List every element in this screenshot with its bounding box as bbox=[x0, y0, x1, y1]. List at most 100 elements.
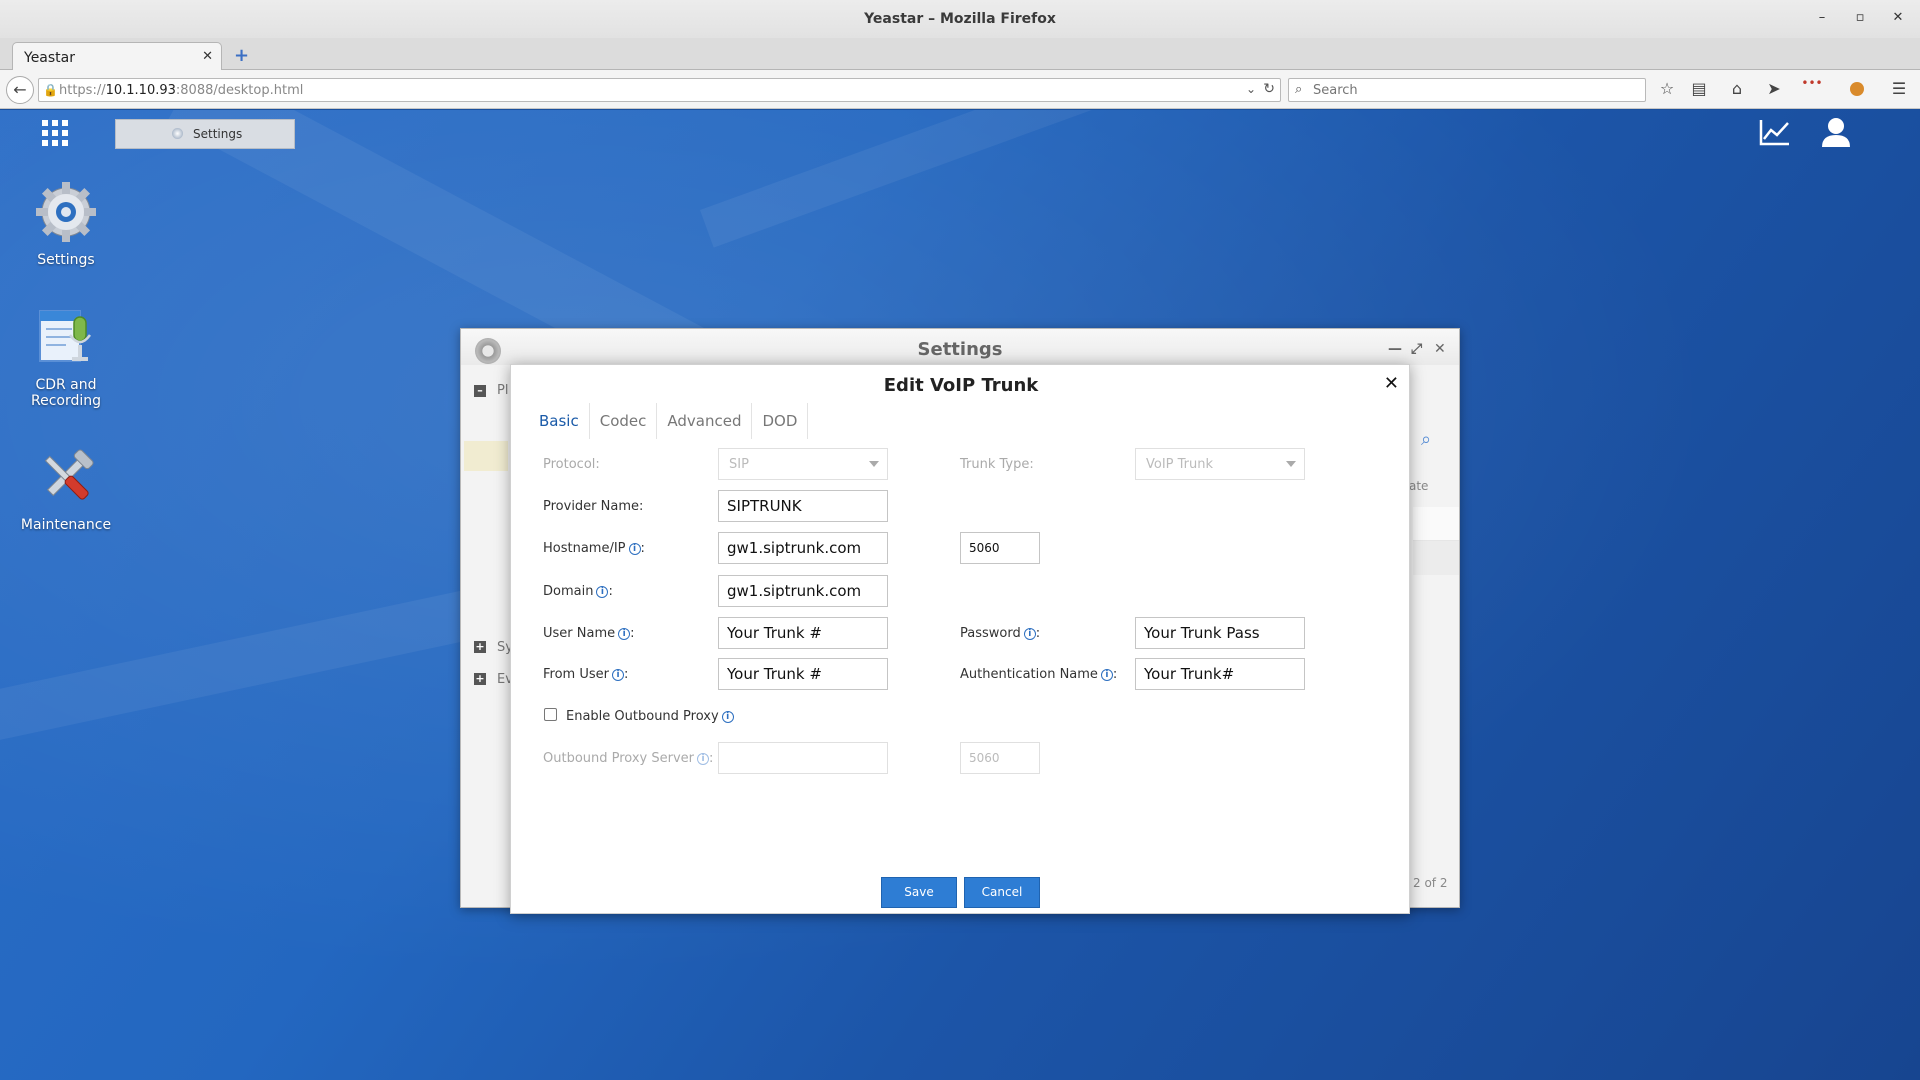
expand-window-icon[interactable]: ⤢ bbox=[1411, 341, 1422, 357]
collapse-icon[interactable]: – bbox=[474, 385, 486, 397]
info-icon[interactable]: i bbox=[1100, 669, 1113, 681]
from-user-label: From User i: bbox=[543, 667, 629, 682]
proxy-server-input bbox=[718, 742, 888, 774]
password-label: Password i: bbox=[960, 626, 1041, 641]
back-icon[interactable]: ← bbox=[6, 76, 34, 104]
protocol-label: Protocol: bbox=[543, 457, 600, 472]
navigation-bar: ← 🔒 https://10.1.10.93:8088/desktop.html… bbox=[0, 70, 1920, 109]
new-tab-icon[interactable]: + bbox=[234, 45, 249, 66]
reload-icon[interactable]: ↻ bbox=[1263, 81, 1275, 97]
info-icon[interactable]: i bbox=[618, 628, 631, 640]
home-icon[interactable]: ⌂ bbox=[1725, 79, 1749, 101]
hostname-label: Hostname/IP i: bbox=[543, 541, 645, 556]
hostname-input[interactable] bbox=[718, 532, 888, 564]
sidebar-selected-row[interactable] bbox=[464, 441, 508, 471]
settings-window-title: Settings bbox=[917, 339, 1003, 360]
window-title: Yeastar – Mozilla Firefox bbox=[864, 11, 1056, 27]
list-search-icon[interactable]: ⌕ bbox=[1421, 429, 1431, 450]
info-icon[interactable]: i bbox=[628, 543, 641, 555]
protocol-select: SIP bbox=[718, 448, 888, 480]
tab-dod[interactable]: DOD bbox=[752, 403, 809, 439]
hostname-port-input[interactable] bbox=[960, 532, 1040, 564]
trunk-type-select: VoIP Trunk bbox=[1135, 448, 1305, 480]
domain-label: Domain i: bbox=[543, 584, 613, 599]
provider-name-input[interactable] bbox=[718, 490, 888, 522]
cancel-button[interactable]: Cancel bbox=[964, 877, 1040, 908]
tab-strip: Yeastar ✕ + bbox=[0, 38, 1920, 71]
window-titlebar: Yeastar – Mozilla Firefox – ▫ ✕ bbox=[0, 0, 1920, 38]
auth-name-input[interactable] bbox=[1135, 658, 1305, 690]
search-icon: ⌕ bbox=[1295, 82, 1303, 97]
search-bar[interactable]: ⌕ bbox=[1288, 78, 1646, 102]
desktop-icon-settings[interactable]: Settings bbox=[11, 180, 121, 268]
list-rows-fragment bbox=[1413, 507, 1459, 575]
user-name-input[interactable] bbox=[718, 617, 888, 649]
monitor-chart-icon[interactable] bbox=[1759, 118, 1791, 146]
settings-window-header: Settings — ⤢ ✕ bbox=[461, 329, 1459, 365]
settings-small-icon bbox=[172, 128, 183, 139]
trunk-type-label: Trunk Type: bbox=[960, 457, 1034, 472]
lock-icon: 🔒 bbox=[43, 83, 58, 97]
user-account-icon[interactable] bbox=[1820, 116, 1852, 148]
trunk-type-value: VoIP Trunk bbox=[1146, 457, 1214, 472]
from-user-input[interactable] bbox=[718, 658, 888, 690]
desktop-icon-label: Settings bbox=[37, 252, 95, 268]
reading-list-icon[interactable]: ▤ bbox=[1687, 79, 1711, 101]
tab-codec[interactable]: Codec bbox=[590, 403, 658, 439]
desktop-icon-maintenance[interactable]: Maintenance bbox=[11, 445, 121, 533]
extension-icon[interactable]: ••• bbox=[1800, 76, 1824, 98]
wallpaper-streak bbox=[700, 110, 1920, 248]
tab-advanced[interactable]: Advanced bbox=[657, 403, 753, 439]
desktop-icon-label: Maintenance bbox=[20, 517, 112, 533]
browser-tab-title: Yeastar bbox=[24, 50, 76, 66]
close-tab-icon[interactable]: ✕ bbox=[202, 49, 213, 64]
close-settings-window-icon[interactable]: ✕ bbox=[1434, 341, 1446, 357]
taskbar-settings-label: Settings bbox=[193, 127, 243, 141]
info-icon[interactable]: i bbox=[596, 586, 609, 598]
column-header-fragment: ate bbox=[1409, 479, 1429, 493]
send-icon[interactable]: ➤ bbox=[1762, 79, 1786, 101]
desktop-icon-label: CDR and Recording bbox=[30, 377, 102, 409]
app-launcher-icon[interactable] bbox=[42, 120, 68, 146]
url-text: https://10.1.10.93:8088/desktop.html bbox=[59, 83, 304, 98]
expand-icon[interactable]: + bbox=[474, 641, 486, 653]
outbound-proxy-label: Enable Outbound Proxy i bbox=[566, 709, 734, 724]
menu-icon[interactable]: ☰ bbox=[1887, 79, 1911, 101]
info-icon: i bbox=[697, 753, 710, 765]
sidebar-section-label: Pl bbox=[497, 383, 509, 398]
info-icon[interactable]: i bbox=[721, 711, 734, 723]
chevron-down-icon bbox=[869, 461, 879, 467]
dialog-tabs: Basic Codec Advanced DOD bbox=[529, 403, 809, 439]
protocol-value: SIP bbox=[729, 457, 749, 472]
pager-text: 2 of 2 bbox=[1413, 876, 1448, 890]
chevron-down-icon bbox=[1286, 461, 1296, 467]
browser-tab[interactable]: Yeastar ✕ bbox=[12, 42, 222, 71]
dialog-close-icon[interactable]: ✕ bbox=[1384, 373, 1399, 394]
domain-input[interactable] bbox=[718, 575, 888, 607]
maximize-icon[interactable]: ▫ bbox=[1850, 10, 1870, 30]
minimize-window-icon[interactable]: — bbox=[1388, 341, 1402, 357]
tab-basic[interactable]: Basic bbox=[529, 403, 590, 439]
info-icon[interactable]: i bbox=[1023, 628, 1036, 640]
dialog-title: Edit VoIP Trunk bbox=[883, 375, 1039, 396]
close-window-icon[interactable]: ✕ bbox=[1888, 10, 1908, 30]
url-bar[interactable]: 🔒 https://10.1.10.93:8088/desktop.html ⌄… bbox=[38, 78, 1281, 102]
outbound-proxy-checkbox[interactable] bbox=[544, 708, 557, 721]
auth-name-label: Authentication Name i: bbox=[960, 667, 1118, 682]
addon-icon[interactable] bbox=[1845, 79, 1869, 101]
proxy-server-label: Outbound Proxy Server i: bbox=[543, 751, 714, 766]
save-button[interactable]: Save bbox=[881, 877, 957, 908]
user-name-label: User Name i: bbox=[543, 626, 635, 641]
edit-voip-trunk-dialog: Edit VoIP Trunk ✕ Basic Codec Advanced D… bbox=[510, 364, 1410, 914]
provider-name-label: Provider Name: bbox=[543, 499, 644, 514]
taskbar-settings-button[interactable]: Settings bbox=[115, 119, 295, 149]
password-input[interactable] bbox=[1135, 617, 1305, 649]
url-dropdown-icon[interactable]: ⌄ bbox=[1246, 82, 1256, 96]
minimize-icon[interactable]: – bbox=[1812, 10, 1832, 30]
desktop-icon-cdr-recording[interactable]: CDR and Recording bbox=[11, 305, 121, 409]
bookmark-star-icon[interactable]: ☆ bbox=[1655, 79, 1679, 101]
search-input[interactable] bbox=[1313, 82, 1633, 99]
cdr-recording-icon bbox=[34, 305, 98, 369]
expand-icon[interactable]: + bbox=[474, 673, 486, 685]
info-icon[interactable]: i bbox=[611, 669, 624, 681]
